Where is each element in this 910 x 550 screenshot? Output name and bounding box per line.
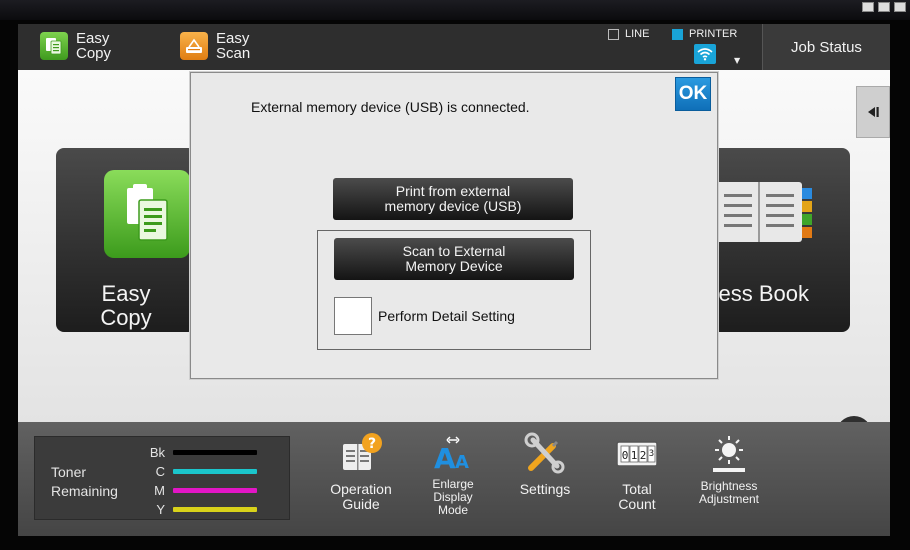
easy-copy-shortcut[interactable]: Easy Copy	[40, 31, 111, 61]
address-book-icon	[716, 182, 812, 242]
easy-copy-tile-label: Easy Copy	[100, 281, 152, 330]
toner-title: Toner Remaining	[51, 464, 118, 499]
perform-detail-setting-checkbox[interactable]	[334, 297, 372, 335]
minimize-icon[interactable]	[862, 2, 874, 12]
enlarge-display-icon: A A	[431, 432, 475, 476]
counter-digit-2: 1	[631, 449, 638, 462]
line-status: LINE	[608, 28, 649, 40]
easy-copy-tile-icon	[104, 170, 190, 258]
toner-row-y: Y	[147, 502, 257, 517]
bottom-bar: Toner Remaining Bk C M Y ? Operation Gui…	[18, 422, 890, 536]
settings-button[interactable]: Settings	[500, 432, 590, 497]
scan-options-group: Scan to External Memory Device Perform D…	[317, 230, 591, 350]
touch-panel-screen: Easy Copy Easy Scan LINE PRINTER ▼ Job S…	[18, 24, 890, 536]
counter-digit-1: 0	[622, 449, 629, 462]
brightness-label: Brightness Adjustment	[698, 479, 760, 506]
easy-copy-tile[interactable]: Easy Copy	[56, 148, 196, 332]
background-reflection	[330, 0, 376, 20]
settings-icon	[523, 432, 567, 476]
easy-scan-icon	[180, 32, 208, 60]
close-icon[interactable]	[894, 2, 906, 12]
printer-status: PRINTER	[672, 28, 737, 40]
brightness-adjustment-button[interactable]: Brightness Adjustment	[684, 432, 774, 506]
toner-remaining-panel: Toner Remaining Bk C M Y	[34, 436, 290, 520]
line-indicator	[608, 28, 619, 40]
print-from-usb-button[interactable]: Print from external memory device (USB)	[333, 178, 573, 220]
printer-label: PRINTER	[689, 28, 738, 40]
easy-copy-icon	[40, 32, 68, 60]
toner-row-bk: Bk	[147, 445, 257, 460]
window-controls[interactable]	[862, 2, 906, 12]
scan-to-usb-button[interactable]: Scan to External Memory Device	[334, 238, 574, 280]
status-dropdown-icon[interactable]: ▼	[734, 56, 740, 65]
easy-scan-shortcut[interactable]: Easy Scan	[180, 31, 250, 61]
toner-row-c: C	[147, 464, 257, 479]
total-count-label: Total Count	[618, 481, 656, 512]
wifi-icon[interactable]	[694, 44, 716, 64]
toner-row-m: M	[147, 483, 257, 498]
counter-digit-4: 3	[649, 449, 654, 459]
dialog-message: External memory device (USB) is connecte…	[251, 99, 530, 115]
counter-digit-3: 2	[640, 449, 647, 462]
total-count-icon: 0 1 2 3	[615, 432, 659, 476]
toner-bar-bk	[173, 450, 257, 455]
brightness-icon	[707, 432, 751, 476]
top-bar: Easy Copy Easy Scan LINE PRINTER ▼ Job S…	[18, 24, 890, 70]
toner-bar-c	[173, 469, 257, 474]
window-titlebar	[0, 0, 910, 20]
toner-bar-m	[173, 488, 257, 493]
easy-scan-label: Easy Scan	[216, 30, 251, 62]
perform-detail-setting-label: Perform Detail Setting	[378, 308, 515, 324]
side-panel-toggle-icon	[868, 107, 879, 117]
easy-copy-label: Easy Copy	[76, 30, 112, 62]
toner-bar-y	[173, 507, 257, 512]
job-status-button[interactable]: Job Status	[762, 24, 890, 70]
printer-indicator	[672, 28, 683, 40]
operation-guide-button[interactable]: ? Operation Guide	[316, 432, 406, 512]
total-count-button[interactable]: 0 1 2 3 Total Count	[592, 432, 682, 512]
svg-text:A: A	[434, 442, 456, 475]
maximize-icon[interactable]	[878, 2, 890, 12]
svg-text:A: A	[455, 452, 469, 473]
settings-label: Settings	[519, 481, 571, 497]
operation-guide-icon: ?	[339, 432, 383, 476]
side-panel-tab[interactable]	[856, 86, 890, 138]
line-label: LINE	[625, 28, 650, 40]
enlarge-display-label: Enlarge Display Mode	[432, 477, 474, 517]
svg-text:?: ?	[368, 436, 376, 452]
usb-connected-dialog: External memory device (USB) is connecte…	[190, 72, 718, 379]
enlarge-display-mode-button[interactable]: A A Enlarge Display Mode	[408, 432, 498, 517]
operation-guide-label: Operation Guide	[330, 481, 392, 512]
ok-button[interactable]: OK	[675, 77, 711, 111]
